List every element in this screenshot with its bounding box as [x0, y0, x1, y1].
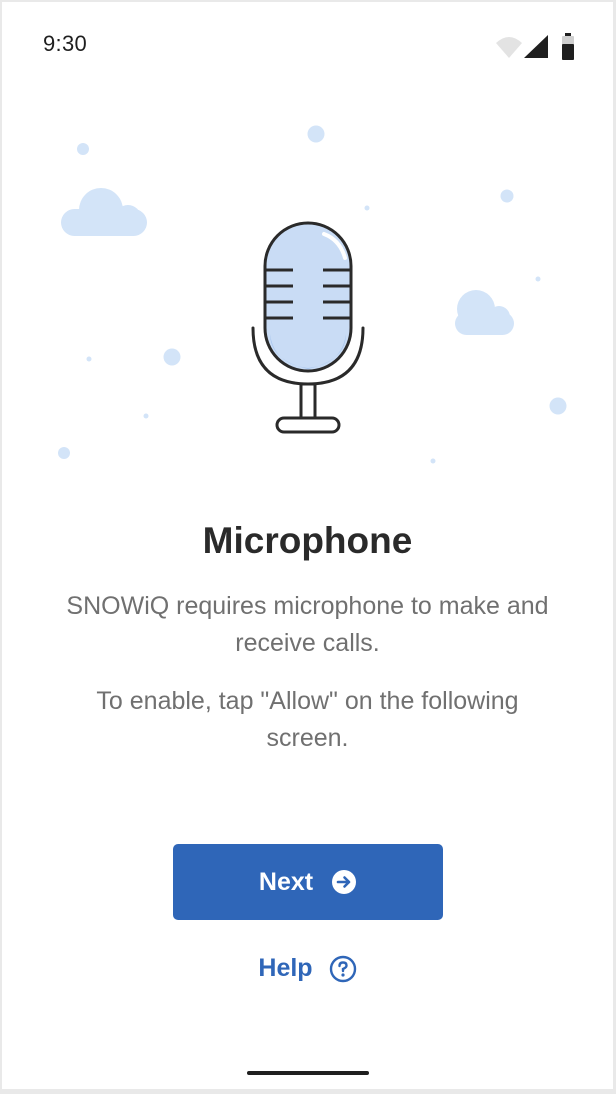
next-button-label: Next — [258, 867, 314, 896]
cloud-icon — [61, 188, 147, 236]
next-button[interactable]: Next — [173, 844, 443, 920]
page-title: Microphone — [202, 520, 413, 561]
home-indicator[interactable] — [247, 1071, 369, 1075]
help-link-label: Help — [258, 954, 313, 982]
wifi-icon — [496, 37, 522, 58]
question-circle-icon — [329, 955, 356, 982]
status-time: 9:30 — [43, 31, 88, 56]
status-bar: 9:30 — [2, 2, 613, 88]
help-link[interactable]: Help — [2, 954, 613, 983]
permission-description: SNOWiQ requires microphone to make and r… — [66, 592, 549, 657]
microphone-icon — [251, 221, 365, 434]
phone-screen: 9:30 Microphone SNOWiQ requires micropho… — [2, 2, 613, 1089]
microphone-illustration — [58, 125, 567, 464]
cellular-signal-icon — [524, 35, 548, 58]
cloud-icon — [455, 290, 514, 335]
arrow-right-circle-icon — [332, 870, 357, 894]
permission-instruction: To enable, tap "Allow" on the following … — [96, 687, 519, 752]
battery-icon — [562, 33, 574, 60]
status-icons — [496, 33, 574, 60]
